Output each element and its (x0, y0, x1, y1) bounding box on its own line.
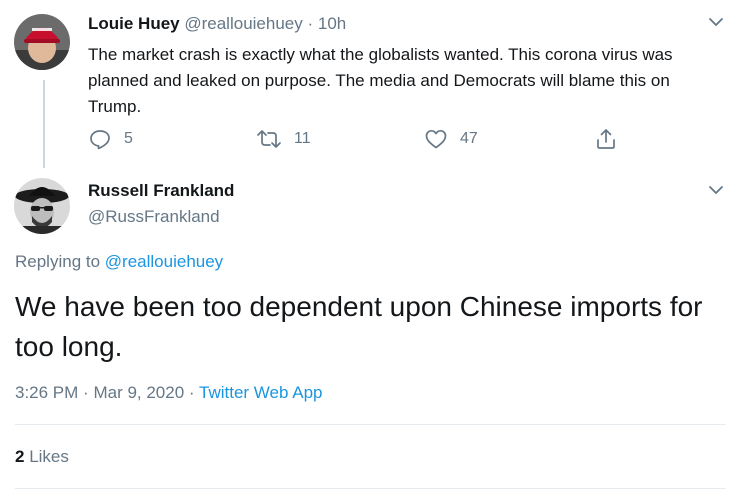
source-separator: · (188, 383, 195, 402)
tweet-time[interactable]: 3:26 PM (15, 383, 78, 402)
share-button[interactable] (594, 124, 618, 154)
parent-display-name[interactable]: Louie Huey (88, 14, 180, 33)
replying-to: Replying to @reallouiehuey (15, 252, 223, 272)
main-display-name[interactable]: Russell Frankland (88, 181, 234, 201)
likes-summary[interactable]: 2 Likes (15, 447, 69, 467)
like-count: 47 (460, 130, 478, 147)
parent-avatar[interactable] (14, 14, 70, 70)
replying-to-link[interactable]: @reallouiehuey (105, 252, 223, 271)
parent-chevron-down-icon[interactable] (706, 12, 726, 32)
tweet-source[interactable]: Twitter Web App (199, 383, 322, 402)
parent-handle[interactable]: @reallouiehuey (184, 14, 302, 33)
parent-header: Louie Huey @reallouiehuey · 10h (88, 14, 346, 34)
main-avatar[interactable] (14, 178, 70, 234)
divider-bottom (15, 488, 726, 489)
retweet-icon (256, 127, 282, 151)
tweet-timestamp: 3:26 PM · Mar 9, 2020 · Twitter Web App (15, 383, 322, 403)
reply-icon (88, 127, 112, 151)
timestamp-separator: · (83, 383, 89, 402)
tweet-date[interactable]: Mar 9, 2020 (93, 383, 184, 402)
thread-line (43, 80, 45, 168)
divider (15, 424, 726, 425)
reply-count: 5 (124, 130, 133, 147)
share-icon (594, 127, 618, 151)
parent-separator: · (307, 14, 314, 33)
likes-label: Likes (29, 447, 69, 466)
retweet-button[interactable]: 11 (256, 124, 311, 154)
main-handle[interactable]: @RussFrankland (88, 207, 220, 227)
retweet-count: 11 (294, 130, 311, 147)
parent-time-ago[interactable]: 10h (318, 14, 346, 33)
like-button[interactable]: 47 (424, 124, 478, 154)
replying-prefix: Replying to (15, 252, 101, 271)
heart-icon (424, 127, 448, 151)
likes-count: 2 (15, 447, 25, 466)
reply-button[interactable]: 5 (88, 124, 133, 154)
main-tweet-text: We have been too dependent upon Chinese … (15, 291, 703, 362)
parent-tweet-text: The market crash is exactly what the glo… (88, 45, 673, 116)
main-chevron-down-icon[interactable] (706, 180, 726, 200)
